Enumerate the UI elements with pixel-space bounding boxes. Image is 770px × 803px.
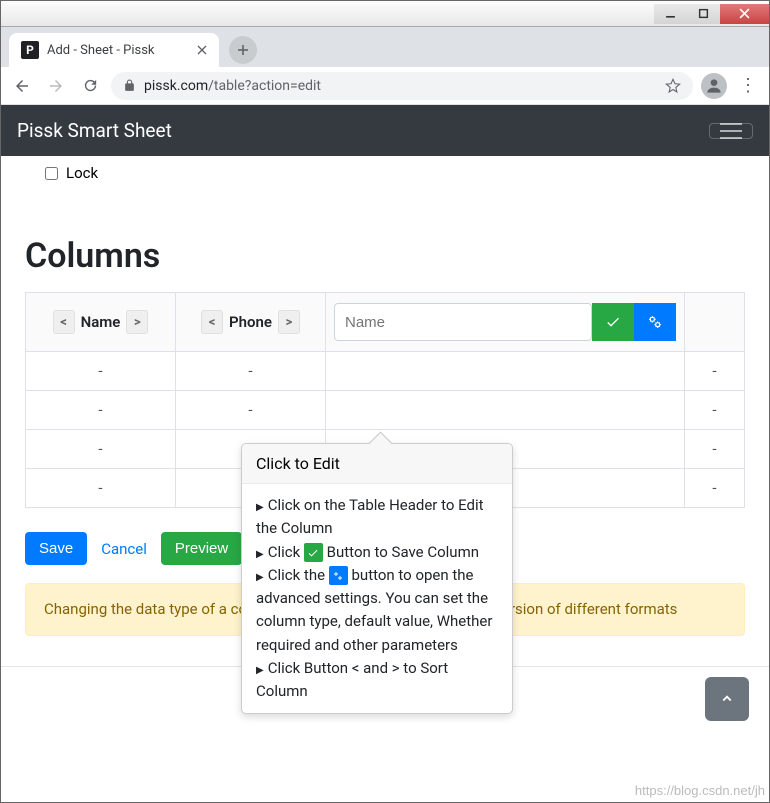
window-titlebar [1,1,769,27]
url-domain: pissk.com [144,78,208,94]
gears-icon [329,566,348,585]
table-row: --- [26,352,745,391]
popover-title: Click to Edit [242,444,512,484]
watermark: https://blog.csdn.net/jh [635,783,765,798]
sort-right-button[interactable]: > [126,310,148,334]
columns-heading: Columns [25,236,745,276]
window-maximize-button[interactable] [687,4,720,24]
check-icon [304,543,323,562]
chevron-up-icon [718,690,736,708]
tab-title: Add - Sheet - Pissk [47,43,155,58]
app-navbar: Pissk Smart Sheet [1,105,769,156]
column-header-label[interactable]: Name [81,313,121,331]
sort-right-button[interactable]: > [278,310,300,334]
cancel-link[interactable]: Cancel [101,540,147,558]
window-close-button[interactable] [720,4,769,24]
help-popover: Click to Edit ▶Click on the Table Header… [241,443,513,714]
lock-label: Lock [66,164,98,182]
favicon: P [21,41,39,59]
reload-button[interactable] [77,73,103,99]
preview-button[interactable]: Preview [161,532,242,565]
brand-title: Pissk Smart Sheet [17,119,172,142]
browser-tab-strip: P Add - Sheet - Pissk [1,27,769,67]
navbar-toggler[interactable] [709,123,753,139]
address-bar[interactable]: pissk.com/table?action=edit [111,72,693,100]
lock-checkbox[interactable] [45,167,58,180]
bookmark-icon[interactable] [665,78,681,94]
popover-body: ▶Click on the Table Header to Edit the C… [242,484,512,713]
new-tab-button[interactable] [229,36,257,64]
back-button[interactable] [9,73,35,99]
hamburger-icon [720,130,742,132]
lock-icon [123,79,136,92]
browser-menu-icon[interactable]: ⋮ [735,73,761,99]
table-row: --- [26,391,745,430]
forward-button[interactable] [43,73,69,99]
sort-left-button[interactable]: < [201,310,223,334]
browser-toolbar: pissk.com/table?action=edit ⋮ [1,67,769,105]
window-minimize-button[interactable] [654,4,687,24]
column-name-input[interactable] [334,303,592,341]
browser-tab[interactable]: P Add - Sheet - Pissk [9,33,219,67]
scroll-to-top-button[interactable] [705,677,749,721]
save-column-button[interactable] [592,303,634,341]
column-header-label[interactable]: Phone [229,313,272,331]
profile-avatar[interactable] [701,73,727,99]
gears-icon [647,314,663,330]
url-path: /table?action=edit [208,78,321,94]
check-icon [605,314,621,330]
advanced-settings-button[interactable] [634,303,676,341]
save-button[interactable]: Save [25,532,87,565]
close-tab-icon[interactable] [197,45,207,55]
sort-left-button[interactable]: < [53,310,75,334]
lock-row: Lock [25,156,745,196]
